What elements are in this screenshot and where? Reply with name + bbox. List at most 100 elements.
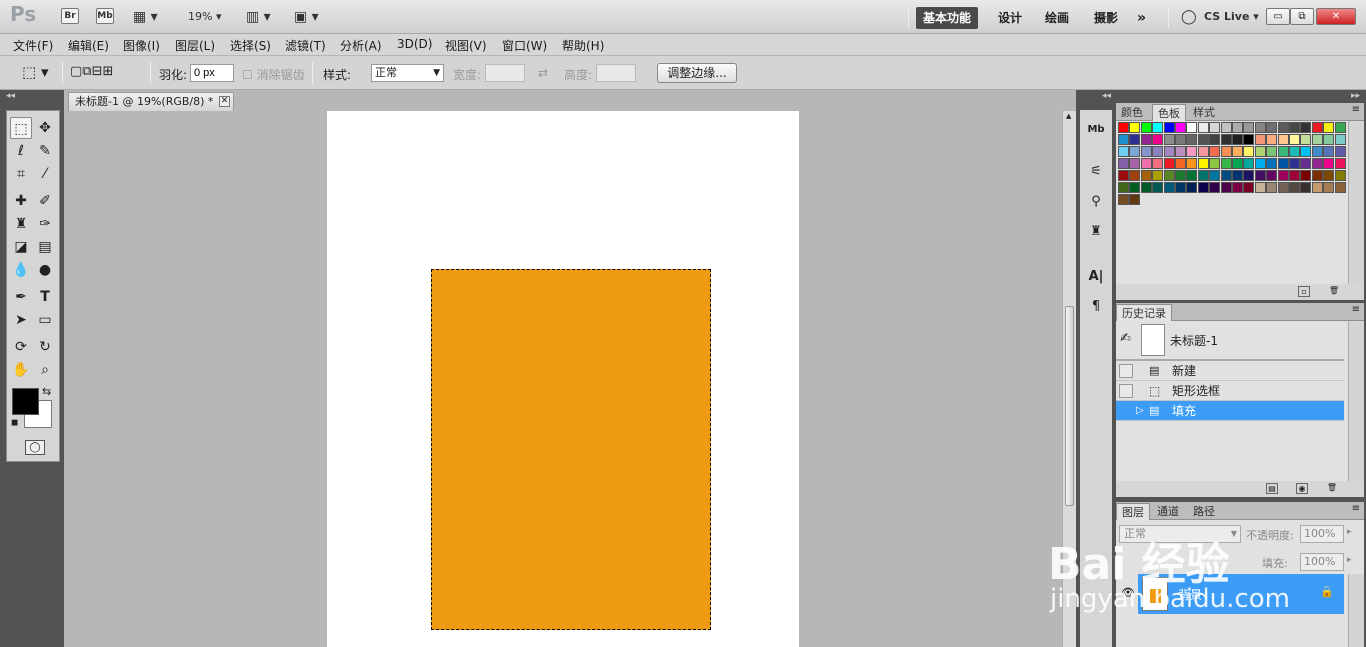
color-swatch[interactable] <box>1300 122 1312 133</box>
color-swatch[interactable] <box>1254 134 1266 145</box>
antialias-checkbox[interactable]: ☐ 消除锯齿 <box>242 66 305 83</box>
menu-3d[interactable]: 3D(D) <box>397 37 432 51</box>
color-swatch[interactable] <box>1140 146 1152 157</box>
healing-brush-tool-icon[interactable]: ✚ <box>10 190 32 212</box>
zoom-tool-icon[interactable]: ⌕ <box>34 359 56 381</box>
color-swatch[interactable] <box>1243 182 1255 193</box>
color-swatch[interactable] <box>1163 170 1175 181</box>
tab-history[interactable]: 历史记录 <box>1116 304 1172 321</box>
collapse-icon[interactable]: ◂◂ <box>1102 91 1111 101</box>
color-swatch[interactable] <box>1197 134 1209 145</box>
scrollbar-thumb[interactable] <box>1065 306 1074 506</box>
color-swatch[interactable] <box>1254 158 1266 169</box>
color-swatch[interactable] <box>1334 146 1346 157</box>
color-swatch[interactable] <box>1163 122 1175 133</box>
cs-live-menu[interactable]: CS Live ▾ <box>1204 8 1259 26</box>
color-swatch[interactable] <box>1289 170 1300 181</box>
color-swatch[interactable] <box>1118 146 1129 157</box>
color-swatch[interactable] <box>1209 134 1221 145</box>
workspace-photography[interactable]: 摄影 <box>1087 7 1125 29</box>
tab-styles[interactable]: 样式 <box>1188 104 1220 121</box>
history-checkbox[interactable] <box>1119 364 1133 378</box>
crop-tool-icon[interactable]: ⌗ <box>10 163 32 185</box>
view-extras-icon[interactable]: ▦ ▾ <box>133 8 158 26</box>
color-swatch[interactable] <box>1152 170 1164 181</box>
color-swatch[interactable] <box>1311 158 1323 169</box>
color-swatch[interactable] <box>1289 134 1300 145</box>
color-swatch[interactable] <box>1323 146 1335 157</box>
color-swatch[interactable] <box>1334 122 1346 133</box>
workspace-design[interactable]: 设计 <box>991 7 1029 29</box>
scroll-up-icon[interactable]: ▲ <box>1066 112 1071 120</box>
color-swatch[interactable] <box>1323 170 1335 181</box>
panel-menu-icon[interactable]: ≡ <box>1352 503 1360 514</box>
arrange-documents-icon[interactable]: ▥ ▾ <box>246 8 271 26</box>
color-swatch[interactable] <box>1186 182 1198 193</box>
zoom-level-dropdown[interactable]: 19% ▾ <box>188 8 221 26</box>
collapse-icon[interactable]: ◂◂ <box>6 91 15 101</box>
color-swatch[interactable] <box>1129 170 1141 181</box>
color-swatch[interactable] <box>1300 146 1312 157</box>
color-swatch[interactable] <box>1254 146 1266 157</box>
minimize-button[interactable]: ▭ <box>1266 8 1290 25</box>
history-state-slider-icon[interactable]: ▷ <box>1136 401 1144 421</box>
color-swatch[interactable] <box>1232 182 1243 193</box>
color-swatch[interactable] <box>1186 146 1198 157</box>
color-swatch[interactable] <box>1129 146 1141 157</box>
color-swatch[interactable] <box>1277 170 1289 181</box>
brush-panel-icon[interactable]: ⚲ <box>1080 190 1112 214</box>
history-scrollbar[interactable] <box>1348 321 1364 481</box>
color-swatch[interactable] <box>1152 122 1164 133</box>
fill-input[interactable]: 100% <box>1300 553 1344 571</box>
history-checkbox[interactable] <box>1119 404 1133 418</box>
color-swatch[interactable] <box>1152 182 1164 193</box>
color-swatch[interactable] <box>1140 134 1152 145</box>
color-swatch[interactable] <box>1209 146 1221 157</box>
blur-tool-icon[interactable]: 💧 <box>10 259 32 281</box>
new-snapshot-icon[interactable]: ◉ <box>1296 483 1308 494</box>
color-swatch[interactable] <box>1232 158 1243 169</box>
color-swatch[interactable] <box>1266 182 1278 193</box>
3d-orbit-tool-icon[interactable]: ↻ <box>34 336 56 358</box>
color-swatch[interactable] <box>1163 134 1175 145</box>
color-swatch[interactable] <box>1334 170 1346 181</box>
color-swatch[interactable] <box>1243 134 1255 145</box>
color-swatch[interactable] <box>1163 182 1175 193</box>
tab-color[interactable]: 颜色 <box>1116 104 1148 121</box>
color-swatch[interactable] <box>1323 134 1335 145</box>
dodge-tool-icon[interactable]: ● <box>34 259 56 281</box>
color-swatch[interactable] <box>1175 122 1186 133</box>
paragraph-panel-icon[interactable]: ¶ <box>1080 295 1112 319</box>
refine-edge-button[interactable]: 调整边缘... <box>657 63 737 83</box>
color-swatch[interactable] <box>1289 122 1300 133</box>
color-swatch[interactable] <box>1175 158 1186 169</box>
color-swatch[interactable] <box>1300 134 1312 145</box>
color-swatch[interactable] <box>1175 170 1186 181</box>
color-swatch[interactable] <box>1209 122 1221 133</box>
expand-icon[interactable]: ▸▸ <box>1351 91 1360 101</box>
opacity-input[interactable]: 100% <box>1300 525 1344 543</box>
close-tab-icon[interactable]: ✕ <box>219 96 230 107</box>
delete-swatch-icon[interactable]: 🗑 <box>1328 286 1340 297</box>
color-swatch[interactable] <box>1129 158 1141 169</box>
panel-menu-icon[interactable]: ≡ <box>1352 304 1360 315</box>
color-swatch[interactable] <box>1243 158 1255 169</box>
tab-layers[interactable]: 图层 <box>1116 503 1150 520</box>
mini-bridge-panel-icon[interactable]: Mb <box>1080 118 1112 142</box>
color-swatch[interactable] <box>1197 182 1209 193</box>
swatches-scrollbar[interactable] <box>1348 121 1364 284</box>
hand-tool-icon[interactable]: ✋ <box>10 359 32 381</box>
color-swatch[interactable] <box>1277 134 1289 145</box>
cs-live-icon[interactable]: ◯ <box>1181 8 1197 26</box>
eraser-tool-icon[interactable]: ◪ <box>10 236 32 258</box>
color-swatch[interactable] <box>1209 158 1221 169</box>
color-swatch[interactable] <box>1334 134 1346 145</box>
selection-mode-icons[interactable]: ▢⧉⊟⊞ <box>70 64 113 79</box>
color-swatch[interactable] <box>1209 182 1221 193</box>
color-swatch[interactable] <box>1289 146 1300 157</box>
history-item-selected[interactable]: ▷ ▤ 填充 <box>1116 401 1344 421</box>
color-swatch[interactable] <box>1163 158 1175 169</box>
color-swatch[interactable] <box>1323 122 1335 133</box>
document-tab[interactable]: 未标题-1 @ 19%(RGB/8) * ✕ <box>68 92 234 111</box>
color-swatch[interactable] <box>1118 122 1129 133</box>
